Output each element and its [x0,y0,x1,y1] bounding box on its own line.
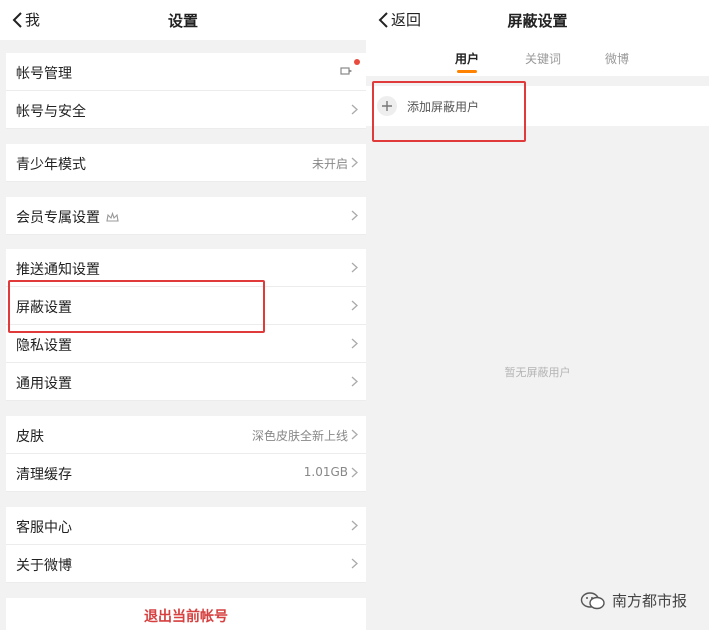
back-label: 返回 [391,11,422,29]
chevron-right-icon [351,467,358,478]
notification-dot [354,59,360,65]
logout-button[interactable]: 退出当前帐号 [6,598,366,630]
add-blocked-user-label: 添加屏蔽用户 [407,100,480,114]
block-navbar: 返回 屏蔽设置 [366,0,709,40]
settings-item-clear-cache[interactable]: 清理缓存 1.01GB [6,454,366,492]
add-blocked-user-button[interactable]: 添加屏蔽用户 [366,86,709,126]
vip-crown-icon [106,212,119,222]
settings-item-label: 皮肤 [16,429,44,445]
empty-state-text: 暂无屏蔽用户 [504,366,571,379]
back-button[interactable]: 我 [12,9,40,30]
page-title: 设置 [167,12,198,30]
chevron-right-icon [351,157,358,168]
settings-item-privacy[interactable]: 隐私设置 [6,325,366,363]
plus-icon [377,96,397,116]
block-tabs: 用户 关键词 微博 [366,40,709,76]
settings-item-label: 清理缓存 [16,467,72,483]
settings-item-account-security[interactable]: 帐号与安全 [6,91,366,129]
settings-item-skin[interactable]: 皮肤 深色皮肤全新上线 [6,416,366,454]
settings-item-label: 隐私设置 [16,338,72,354]
chevron-right-icon [351,520,358,531]
settings-item-label: 通用设置 [16,376,72,392]
settings-item-label: 推送通知设置 [16,262,100,278]
source-watermark: 南方都市报 [580,590,687,611]
chevron-right-icon [351,300,358,311]
skin-status: 深色皮肤全新上线 [251,429,348,443]
back-button[interactable]: 返回 [378,9,421,30]
settings-item-label: 屏蔽设置 [16,300,72,316]
teen-mode-status: 未开启 [311,157,348,171]
settings-item-support[interactable]: 客服中心 [6,507,366,545]
tab-keywords[interactable]: 关键词 [525,50,561,67]
settings-item-block[interactable]: 屏蔽设置 [6,287,366,325]
settings-navbar: 我 设置 [0,0,366,40]
settings-item-label: 帐号与安全 [16,104,86,120]
chevron-right-icon [351,338,358,349]
back-label: 我 [25,11,41,29]
settings-item-label-wrap: 会员专属设置 [16,207,119,227]
chevron-right-icon [351,262,358,273]
chevron-right-icon [351,376,358,387]
chevron-left-icon [378,11,388,28]
logout-label: 退出当前帐号 [144,609,228,625]
settings-item-label: 帐号管理 [16,66,72,82]
tab-weibo[interactable]: 微博 [605,50,629,67]
tab-users[interactable]: 用户 [455,50,479,67]
settings-item-vip[interactable]: 会员专属设置 [6,197,366,235]
settings-item-account-management[interactable]: 帐号管理 [6,53,366,91]
settings-item-label: 关于微博 [16,558,72,574]
settings-item-label: 会员专属设置 [16,210,100,226]
chevron-left-icon [12,11,22,28]
watermark-label: 南方都市报 [611,592,687,610]
settings-item-teen-mode[interactable]: 青少年模式 未开启 [6,144,366,182]
settings-item-about[interactable]: 关于微博 [6,545,366,583]
settings-screen: 我 设置 帐号管理 帐号与安全 青少年模式 未开启 会员专属设置 推送通知设置 … [0,0,366,630]
settings-item-label: 客服中心 [16,520,72,536]
chevron-right-icon [351,558,358,569]
chevron-right-icon [351,210,358,221]
settings-item-push[interactable]: 推送通知设置 [6,249,366,287]
chevron-right-icon [351,104,358,115]
chevron-right-icon [351,429,358,440]
active-tab-indicator [457,70,477,73]
account-switch-icon [340,67,352,75]
cache-size: 1.01GB [303,465,348,479]
wechat-logo-icon [580,591,605,609]
settings-item-label: 青少年模式 [16,157,86,173]
settings-item-general[interactable]: 通用设置 [6,363,366,401]
block-settings-screen: 返回 屏蔽设置 用户 关键词 微博 添加屏蔽用户 暂无屏蔽用户 [366,0,709,630]
